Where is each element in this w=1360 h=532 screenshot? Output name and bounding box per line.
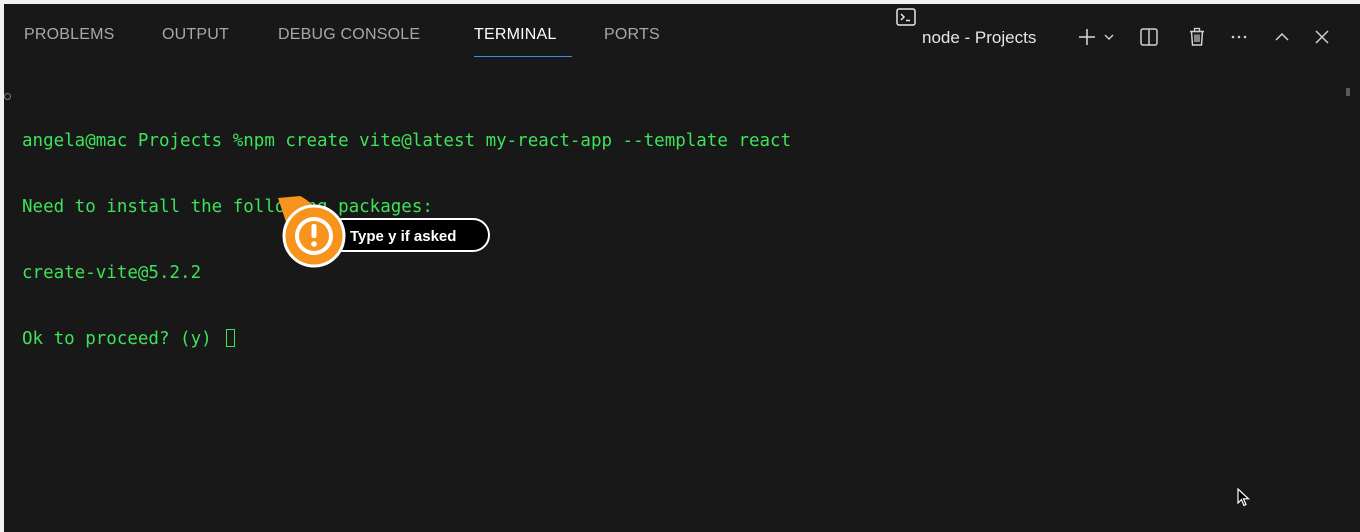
terminal-instance-name[interactable]: node - Projects	[922, 25, 1036, 51]
terminal-line: angela@mac Projects %npm create vite@lat…	[22, 131, 792, 151]
active-tab-indicator	[474, 56, 572, 57]
split-icon[interactable]	[1138, 24, 1160, 50]
terminal-icon[interactable]	[894, 4, 918, 30]
trash-icon[interactable]	[1186, 24, 1208, 50]
more-icon[interactable]	[1228, 24, 1250, 50]
terminal-line: create-vite@5.2.2	[22, 263, 202, 283]
mouse-pointer-icon	[1237, 488, 1251, 507]
close-icon[interactable]	[1312, 24, 1332, 50]
tab-terminal[interactable]: TERMINAL	[474, 26, 557, 44]
terminal-panel: PROBLEMS OUTPUT DEBUG CONSOLE TERMINAL P…	[0, 0, 1360, 532]
tab-problems[interactable]: PROBLEMS	[24, 26, 115, 44]
terminal-line: Ok to proceed? (y)	[22, 329, 223, 349]
chevron-up-icon[interactable]	[1272, 24, 1292, 50]
plus-icon[interactable]	[1076, 24, 1098, 50]
exclamation-icon	[278, 196, 346, 268]
tab-output[interactable]: OUTPUT	[162, 26, 229, 44]
terminal-prompt-line: Ok to proceed? (y)	[22, 328, 791, 350]
callout-text: Type y if asked	[350, 228, 457, 245]
terminal-line: Need to install the following packages:	[22, 197, 433, 217]
chevron-down-icon[interactable]	[1102, 24, 1116, 50]
command-status-icon[interactable]	[4, 93, 11, 100]
tab-debug-console[interactable]: DEBUG CONSOLE	[278, 26, 420, 44]
text-cursor	[226, 329, 236, 347]
scrollbar-marker[interactable]	[1346, 88, 1350, 96]
panel-tab-bar: PROBLEMS OUTPUT DEBUG CONSOLE TERMINAL P…	[4, 4, 1360, 64]
tab-ports[interactable]: PORTS	[604, 26, 660, 44]
